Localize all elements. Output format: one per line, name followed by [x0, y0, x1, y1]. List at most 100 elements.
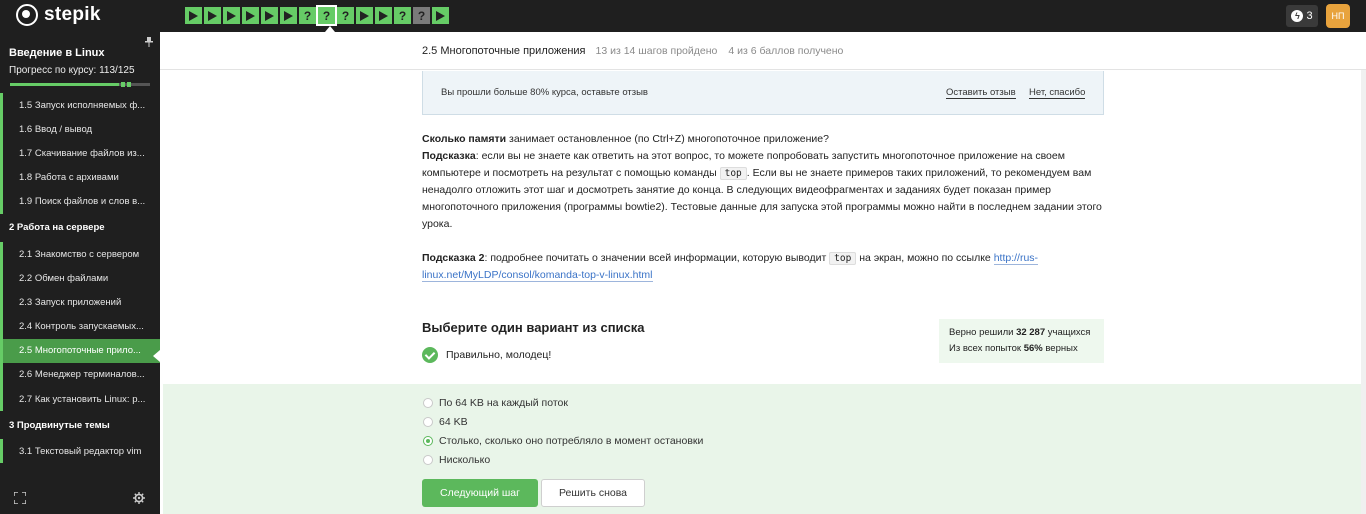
pin-icon[interactable]	[145, 37, 153, 47]
sidebar-lesson-item[interactable]: 2.1 Знакомство с сервером	[0, 241, 160, 267]
hint2-label: Подсказка 2	[422, 252, 485, 264]
sidebar-section[interactable]: 3 Продвинутые темы	[0, 411, 160, 439]
play-icon	[379, 10, 388, 21]
active-lesson-pointer	[153, 350, 160, 362]
gear-icon[interactable]	[133, 492, 145, 504]
sidebar-lesson-item[interactable]: 2.4 Контроль запускаемых...	[0, 314, 160, 339]
step-quiz-7[interactable]: ?	[299, 7, 316, 24]
course-sidebar: Введение в Linux Прогресс по курсу: 113/…	[0, 32, 160, 514]
step-video-5[interactable]	[261, 7, 278, 24]
sidebar-lesson-item[interactable]: 1.6 Ввод / вывод	[0, 117, 160, 142]
steps-progress: 13 из 14 шагов пройдено	[595, 44, 718, 57]
step-video-2[interactable]	[204, 7, 221, 24]
quiz-title: Выберите один вариант из списка	[422, 320, 645, 335]
step-video-14[interactable]	[432, 7, 449, 24]
radio-button[interactable]	[423, 455, 433, 465]
sidebar-lesson-item[interactable]: 1.8 Работа с архивами	[0, 165, 160, 190]
lightning-icon: ϟ	[1291, 10, 1304, 22]
answer-option[interactable]: Нисколько	[423, 454, 490, 466]
answer-option[interactable]: Столько, сколько оно потребляло в момент…	[423, 435, 703, 447]
fullscreen-icon[interactable]	[14, 492, 26, 504]
course-progress-bar	[10, 82, 150, 87]
stats-line-solved: Верно решили 32 287 учащихся	[949, 325, 1094, 341]
step-video-1[interactable]	[185, 7, 202, 24]
lesson-steps-nav: ?????	[185, 5, 449, 26]
play-icon	[208, 10, 217, 21]
no-thanks-link[interactable]: Нет, спасибо	[1029, 87, 1086, 99]
stats-percent-prefix: Из всех попыток	[949, 343, 1024, 354]
result-message: Правильно, молодец!	[422, 347, 551, 363]
sidebar-lesson-item[interactable]: 1.7 Скачивание файлов из...	[0, 141, 160, 166]
sidebar-lesson-item[interactable]: 2.3 Запуск приложений	[0, 290, 160, 315]
course-progress-fill	[10, 83, 119, 86]
energy-count: 3	[1306, 10, 1313, 22]
sidebar-section[interactable]: 2 Работа на сервере	[0, 214, 160, 242]
play-icon	[284, 10, 293, 21]
question-paragraph: Сколько памяти занимает остановленное (п…	[422, 131, 1112, 233]
course-title[interactable]: Введение в Linux	[9, 47, 105, 59]
result-text: Правильно, молодец!	[446, 349, 552, 361]
play-icon	[246, 10, 255, 21]
progress-dot	[127, 82, 131, 87]
step-video-11[interactable]	[375, 7, 392, 24]
step-video-4[interactable]	[242, 7, 259, 24]
step-quiz-8[interactable]: ?	[316, 5, 337, 26]
feedback-banner: Вы прошли больше 80% курса, оставьте отз…	[422, 71, 1104, 115]
solve-stats: Верно решили 32 287 учащихся Из всех поп…	[939, 319, 1104, 363]
sidebar-lesson-item[interactable]: 2.7 Как установить Linux: р...	[0, 387, 160, 412]
stepik-logo-icon	[16, 4, 38, 26]
brand-name: stepik	[44, 4, 101, 25]
step-video-10[interactable]	[356, 7, 373, 24]
sidebar-lesson-list: 1.5 Запуск исполняемых ф... 1.6 Ввод / вы…	[0, 93, 160, 464]
retry-button[interactable]: Решить снова	[541, 479, 645, 507]
score-progress: 4 из 6 баллов получено	[728, 44, 844, 57]
leave-review-link[interactable]: Оставить отзыв	[946, 87, 1016, 99]
stats-solved-count: 32 287	[1016, 327, 1046, 338]
energy-counter[interactable]: ϟ 3	[1286, 5, 1318, 27]
course-progress-label: Прогресс по курсу: 113/125	[9, 65, 135, 76]
answer-option-label: Столько, сколько оно потребляло в момент…	[439, 435, 704, 447]
progress-dot	[121, 82, 125, 87]
play-icon	[360, 10, 369, 21]
answer-option-label: По 64 KB на каждый поток	[439, 397, 568, 409]
step-quiz-12[interactable]: ?	[394, 7, 411, 24]
sidebar-lesson-item[interactable]: 2.5 Многопоточные прило...	[0, 338, 160, 363]
sidebar-lesson-item[interactable]: 2.2 Обмен файлами	[0, 266, 160, 291]
feedback-text: Вы прошли больше 80% курса, оставьте отз…	[441, 87, 648, 98]
step-video-3[interactable]	[223, 7, 240, 24]
stats-solved-suffix: учащихся	[1045, 327, 1091, 338]
play-icon	[227, 10, 236, 21]
stepik-logo[interactable]: stepik	[16, 4, 101, 26]
lesson-header: 2.5 Многопоточные приложения 13 из 14 ша…	[160, 32, 1366, 70]
hint1-label: Подсказка	[422, 150, 476, 162]
sidebar-lesson-item[interactable]: 1.5 Запуск исполняемых ф...	[0, 93, 160, 118]
next-step-button[interactable]: Следующий шаг	[422, 479, 538, 507]
hint2-text-b: на экран, можно по ссылке	[856, 252, 994, 264]
stats-line-percent: Из всех попыток 56% верных	[949, 341, 1094, 357]
sidebar-lesson-item[interactable]: 3.1 Текстовый редактор vim	[0, 439, 160, 464]
radio-button[interactable]	[423, 436, 433, 446]
lesson-title: 2.5 Многопоточные приложения	[422, 44, 586, 57]
question-text: Сколько памяти занимает остановленное (п…	[422, 131, 1112, 284]
sidebar-lesson-item[interactable]: 1.9 Поиск файлов и слов в...	[0, 189, 160, 214]
check-circle-icon	[422, 347, 438, 363]
step-quiz-9[interactable]: ?	[337, 7, 354, 24]
question-rest: занимает остановленное (по Ctrl+Z) много…	[506, 133, 829, 145]
answer-area: По 64 KB на каждый поток 64 KB Столько, ск…	[163, 384, 1361, 514]
scrollbar[interactable]	[1361, 70, 1366, 514]
sidebar-lesson-item[interactable]: 2.6 Менеджер терминалов...	[0, 362, 160, 388]
code-top: top	[719, 167, 747, 180]
stats-solved-prefix: Верно решили	[949, 327, 1017, 338]
answer-option[interactable]: По 64 KB на каждый поток	[423, 397, 568, 409]
code-top-2: top	[829, 252, 857, 265]
radio-button[interactable]	[423, 417, 433, 427]
play-icon	[189, 10, 198, 21]
step-quiz-13[interactable]: ?	[413, 7, 430, 24]
answer-option[interactable]: 64 KB	[423, 416, 468, 428]
radio-button[interactable]	[423, 398, 433, 408]
stats-percent-value: 56%	[1023, 343, 1043, 354]
user-avatar[interactable]: НП	[1326, 4, 1350, 28]
answer-option-label: 64 KB	[439, 416, 468, 428]
step-video-6[interactable]	[280, 7, 297, 24]
stats-percent-suffix: верных	[1042, 343, 1078, 354]
